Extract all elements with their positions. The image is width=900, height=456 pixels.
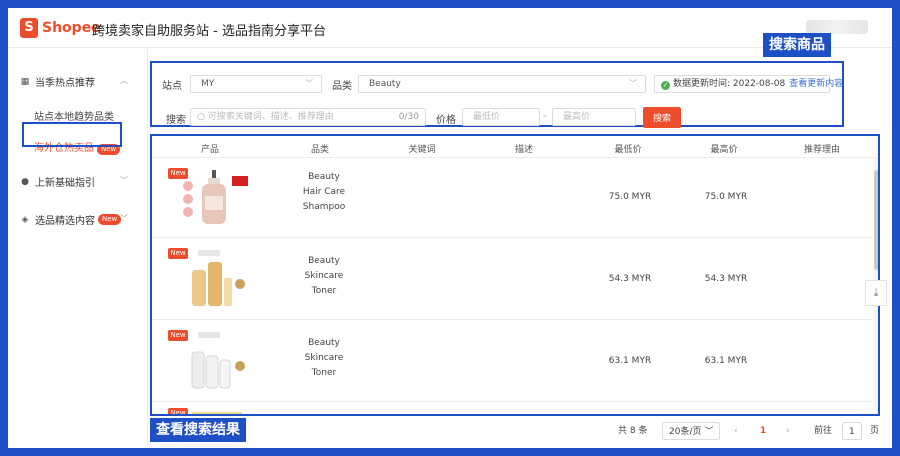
user-account-blurred[interactable] xyxy=(806,20,868,34)
shopee-bag-icon: S xyxy=(20,18,38,38)
chevron-down-icon: ﹀ xyxy=(629,79,637,88)
keyword-label: 搜索 xyxy=(166,115,186,126)
product-image-skincare-set[interactable] xyxy=(180,330,250,394)
col-header-max-price: 最高价 xyxy=(710,145,738,155)
product-image-toner-set[interactable] xyxy=(180,248,250,312)
sidebar-group-label: 选品精选内容 xyxy=(35,216,95,227)
site-select[interactable]: MY ﹀ xyxy=(190,75,322,93)
new-badge: New xyxy=(98,214,122,225)
min-price-cell: 63.1 MYR xyxy=(608,356,652,366)
data-update-info: ✓ 数据更新时间: 2022-08-08 查看更新内容 xyxy=(654,75,843,93)
next-page-button[interactable]: › xyxy=(786,422,790,440)
page-title: 跨境卖家自助服务站 - 选品指南分享平台 xyxy=(92,24,326,39)
category-level-2: Hair Care xyxy=(302,187,346,197)
max-price-cell: 63.1 MYR xyxy=(704,356,748,366)
category-select-value: Beauty xyxy=(369,79,401,89)
tag-icon: ◈ xyxy=(21,214,29,225)
product-image-shampoo[interactable] xyxy=(180,166,250,230)
page-size-select[interactable]: 20条/页 ﹀ xyxy=(662,422,721,440)
min-price-input[interactable]: 最低价 xyxy=(462,108,540,126)
table-row[interactable]: New Beauty Skincare Toner 63.1 MYR 63.1 … xyxy=(152,320,872,402)
table-row[interactable]: New Beauty Skincare Toner 54.3 MYR 54.3 … xyxy=(152,238,872,320)
active-item-highlight xyxy=(22,122,122,147)
category-level-1: Beauty xyxy=(308,338,340,348)
callout-search-products: 搜索商品 xyxy=(763,33,831,57)
goto-page-input[interactable]: 1 xyxy=(842,422,862,440)
sidebar: ▦ 当季热点推荐 ︿ 站点本地趋势品类 海外仓热卖品 New ● 上新基础指引 ﹀… xyxy=(8,48,148,448)
search-icon: ○ xyxy=(197,112,205,122)
category-level-2: Skincare xyxy=(304,271,344,281)
col-header-reason: 推荐理由 xyxy=(803,145,840,155)
price-label: 价格 xyxy=(436,115,456,126)
category-level-2: Skincare xyxy=(304,353,344,363)
page-number-current[interactable]: 1 xyxy=(760,422,766,440)
col-header-category: 品类 xyxy=(310,145,329,155)
col-header-min-price: 最低价 xyxy=(614,145,642,155)
page-suffix: 页 xyxy=(870,426,880,436)
min-price-cell: 54.3 MYR xyxy=(608,274,652,284)
category-select[interactable]: Beauty ﹀ xyxy=(358,75,646,93)
sidebar-group-curated[interactable]: ◈ 选品精选内容 New xyxy=(20,212,122,227)
goto-label: 前往 xyxy=(814,426,833,436)
update-time: 数据更新时间: 2022-08-08 xyxy=(673,79,786,89)
search-panel: 站点 MY ﹀ 品类 Beauty ﹀ ✓ 数据更新时间: 2022-08-08 查… xyxy=(150,61,844,128)
grid-icon: ▦ xyxy=(20,76,30,87)
max-price-cell: 75.0 MYR xyxy=(704,192,748,202)
category-cell: Beauty Hair Care Shampoo xyxy=(282,170,366,215)
category-level-3: Toner xyxy=(311,286,337,296)
prev-page-button[interactable]: ‹ xyxy=(734,422,738,440)
category-cell: Beauty Skincare Toner xyxy=(282,254,366,299)
col-header-keywords: 关键词 xyxy=(408,145,436,155)
table-header: 产品 品类 关键词 描述 最低价 最高价 推荐理由 xyxy=(152,136,878,158)
search-button[interactable]: 搜索 xyxy=(643,107,681,128)
col-header-product: 产品 xyxy=(200,145,219,155)
min-price-cell: 75.0 MYR xyxy=(608,192,652,202)
col-header-description: 描述 xyxy=(514,145,533,155)
category-level-1: Beauty xyxy=(308,172,340,182)
scrollbar-thumb[interactable] xyxy=(874,170,878,270)
sidebar-group-seasonal[interactable]: ▦ 当季热点推荐 xyxy=(20,74,95,90)
sidebar-group-new-listing[interactable]: ● 上新基础指引 xyxy=(20,174,95,190)
char-count: 0/30 xyxy=(398,112,419,122)
shopee-logo[interactable]: S Shopee xyxy=(20,18,101,38)
sidebar-group-label: 上新基础指引 xyxy=(35,178,95,189)
max-price-cell: 54.3 MYR xyxy=(704,274,748,284)
top-header: S Shopee 跨境卖家自助服务站 - 选品指南分享平台 xyxy=(8,8,892,48)
category-level-3: Toner xyxy=(311,368,337,378)
category-label: 品类 xyxy=(332,81,352,92)
app-window: S Shopee 跨境卖家自助服务站 - 选品指南分享平台 ▦ 当季热点推荐 ︿… xyxy=(8,8,892,448)
category-cell: Beauty Skincare Toner xyxy=(282,336,366,381)
max-price-input[interactable]: 最高价 xyxy=(552,108,636,126)
keyword-input[interactable]: ○ 可搜索关键词、描述、推荐理由 0/30 xyxy=(190,108,426,126)
chevron-up-icon[interactable]: ︿ xyxy=(120,75,128,86)
chevron-down-icon[interactable]: ﹀ xyxy=(120,213,128,224)
min-price-placeholder: 最低价 xyxy=(473,112,501,122)
site-select-value: MY xyxy=(201,79,215,89)
price-range-dash: - xyxy=(543,111,547,122)
table-row[interactable]: New Beauty Hair Care Shampoo 75.0 MYR 75… xyxy=(152,158,872,238)
total-count: 共 8 条 xyxy=(618,426,648,436)
sidebar-group-label: 当季热点推荐 xyxy=(35,78,95,89)
max-price-placeholder: 最高价 xyxy=(563,112,591,122)
category-level-3: Shampoo xyxy=(302,202,346,212)
table-row[interactable]: New xyxy=(152,402,872,416)
page-size-value: 20条/页 xyxy=(669,427,702,437)
callout-view-results: 查看搜索结果 xyxy=(150,418,246,442)
chevron-down-icon[interactable]: ﹀ xyxy=(120,175,128,186)
site-label: 站点 xyxy=(162,81,182,92)
chevron-down-icon: ﹀ xyxy=(305,79,313,88)
results-table: 产品 品类 关键词 描述 最低价 最高价 推荐理由 New Beauty Hai… xyxy=(150,134,880,416)
view-update-link[interactable]: 查看更新内容 xyxy=(789,79,843,89)
sidebar-item-local-trends[interactable]: 站点本地趋势品类 xyxy=(34,108,114,123)
location-pin-icon: ● xyxy=(21,176,29,187)
category-level-1: Beauty xyxy=(308,256,340,266)
keyword-placeholder: 可搜索关键词、描述、推荐理由 xyxy=(207,112,334,122)
product-image-partial[interactable] xyxy=(180,412,250,416)
download-icon[interactable]: ⤓ xyxy=(865,280,887,306)
check-circle-icon: ✓ xyxy=(661,81,670,90)
